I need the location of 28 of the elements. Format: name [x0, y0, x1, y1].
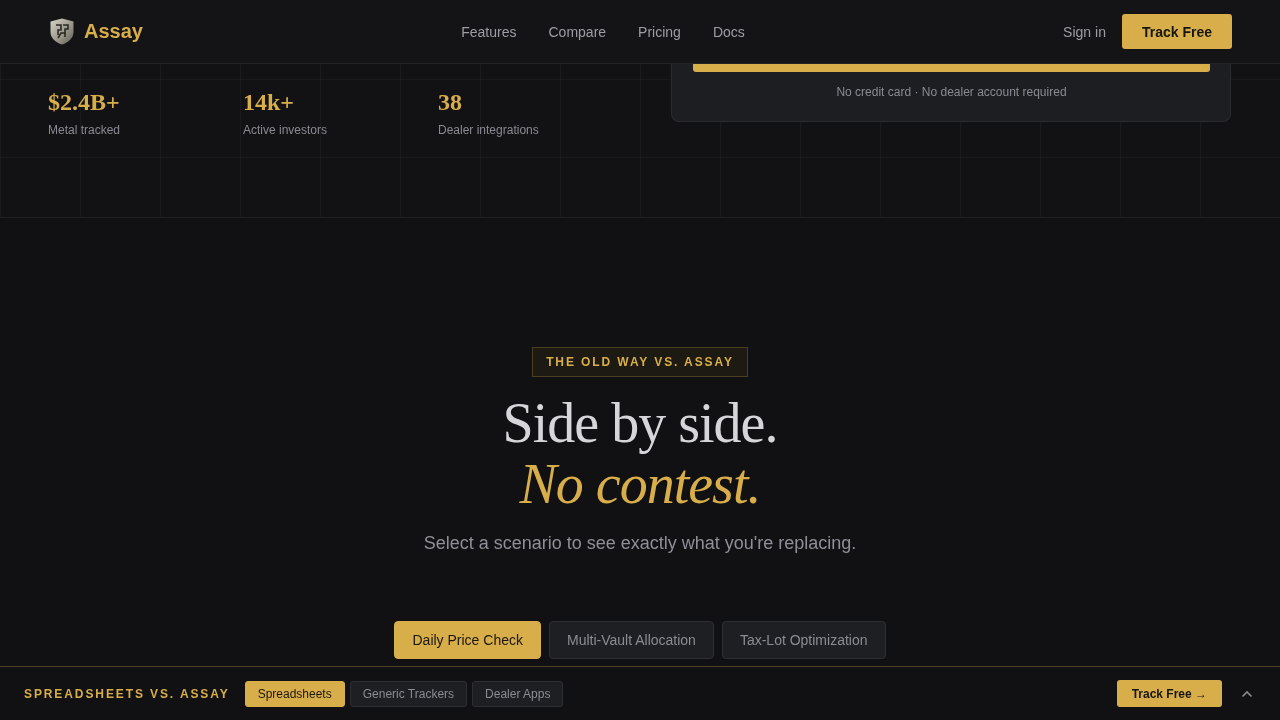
stat-value: $2.4B+ [48, 88, 121, 116]
section-heading: Side by side. [502, 393, 778, 454]
scenario-tab[interactable]: Tax-Lot Optimization [721, 621, 886, 659]
stat-value: 38 [438, 88, 463, 116]
card-note: No credit card · No dealer account required [835, 84, 1068, 100]
track-free-button[interactable]: Track Free → [1116, 680, 1222, 707]
nav-link[interactable]: Compare [548, 23, 607, 40]
bar-title: SPREADSHEETS VS. ASSAY [24, 686, 230, 701]
nav-link[interactable]: Docs [712, 23, 745, 40]
section-heading-accent: No contest. [519, 454, 761, 515]
stat-value: 14k+ [243, 88, 296, 116]
eyebrow-tag: THE OLD WAY VS. ASSAY [532, 347, 748, 377]
sign-in-link[interactable]: Sign in [1063, 23, 1106, 40]
shield-logo-icon[interactable] [50, 18, 74, 45]
scenario-tab[interactable]: Daily Price Check [394, 621, 541, 659]
nav-link[interactable]: Pricing [638, 23, 681, 40]
track-free-button[interactable]: Track Free [1121, 14, 1232, 49]
chevron-up-icon[interactable] [1241, 689, 1253, 698]
compare-option-tab[interactable]: Dealer Apps [472, 680, 564, 707]
compare-option-tab[interactable]: Spreadsheets [244, 680, 345, 707]
section-subtitle: Select a scenario to see exactly what you're replacing. [423, 532, 857, 555]
stat-label: Dealer integrations [438, 122, 540, 138]
compare-option-tab[interactable]: Generic Trackers [349, 680, 468, 707]
stat-label: Metal tracked [48, 122, 122, 138]
stat-label: Active investors [243, 122, 329, 138]
nav-link[interactable]: Features [461, 23, 517, 40]
brand-name[interactable]: Assay [84, 20, 143, 43]
scenario-tab[interactable]: Multi-Vault Allocation [548, 621, 714, 659]
